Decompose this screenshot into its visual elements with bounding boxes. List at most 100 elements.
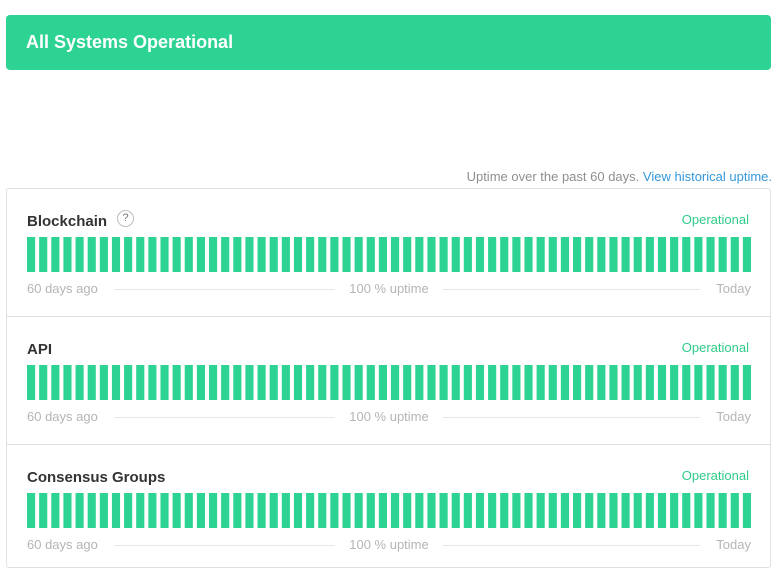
- uptime-day-bar[interactable]: [730, 237, 739, 272]
- help-icon[interactable]: ?: [117, 210, 134, 227]
- uptime-day-bar[interactable]: [27, 365, 36, 400]
- uptime-day-bar[interactable]: [111, 365, 121, 400]
- uptime-day-bar[interactable]: [706, 365, 715, 400]
- uptime-day-bar[interactable]: [730, 493, 739, 528]
- uptime-day-bar[interactable]: [257, 365, 266, 400]
- uptime-day-bar[interactable]: [657, 493, 667, 528]
- uptime-day-bar[interactable]: [245, 493, 254, 528]
- uptime-day-bar[interactable]: [136, 237, 145, 272]
- uptime-day-bar[interactable]: [209, 365, 218, 400]
- uptime-day-bar[interactable]: [621, 493, 630, 528]
- uptime-day-bar[interactable]: [233, 237, 242, 272]
- uptime-day-bar[interactable]: [560, 237, 569, 272]
- uptime-day-bar[interactable]: [196, 365, 205, 400]
- uptime-day-bar[interactable]: [585, 493, 594, 528]
- uptime-day-bar[interactable]: [670, 493, 679, 528]
- uptime-day-bar[interactable]: [99, 493, 108, 528]
- uptime-day-bar[interactable]: [512, 237, 521, 272]
- uptime-day-bar[interactable]: [609, 237, 618, 272]
- uptime-day-bar[interactable]: [87, 365, 96, 400]
- view-historical-uptime-link[interactable]: View historical uptime.: [643, 169, 772, 184]
- uptime-day-bar[interactable]: [742, 237, 751, 272]
- uptime-day-bar[interactable]: [488, 493, 497, 528]
- uptime-day-bar[interactable]: [366, 237, 375, 272]
- uptime-day-bar[interactable]: [330, 237, 339, 272]
- uptime-day-bar[interactable]: [451, 493, 460, 528]
- uptime-day-bar[interactable]: [742, 493, 751, 528]
- uptime-day-bar[interactable]: [500, 237, 509, 272]
- uptime-day-bar[interactable]: [51, 237, 60, 272]
- uptime-day-bar[interactable]: [160, 237, 169, 272]
- uptime-day-bar[interactable]: [221, 237, 230, 272]
- uptime-day-bar[interactable]: [694, 237, 703, 272]
- uptime-day-bar[interactable]: [682, 237, 691, 272]
- uptime-day-bar[interactable]: [318, 493, 327, 528]
- uptime-day-bar[interactable]: [718, 237, 727, 272]
- uptime-day-bar[interactable]: [536, 365, 545, 400]
- uptime-day-bar[interactable]: [451, 237, 460, 272]
- uptime-day-bar[interactable]: [87, 493, 96, 528]
- uptime-day-bar[interactable]: [415, 365, 424, 400]
- uptime-day-bar[interactable]: [378, 237, 387, 272]
- uptime-day-bar[interactable]: [512, 493, 521, 528]
- uptime-day-bar[interactable]: [500, 493, 509, 528]
- uptime-day-bar[interactable]: [354, 365, 363, 400]
- uptime-day-bar[interactable]: [196, 237, 205, 272]
- uptime-day-bar[interactable]: [354, 493, 363, 528]
- uptime-day-bar[interactable]: [233, 365, 242, 400]
- uptime-day-bar[interactable]: [136, 493, 145, 528]
- uptime-day-bar[interactable]: [657, 237, 667, 272]
- uptime-day-bar[interactable]: [633, 365, 642, 400]
- uptime-day-bar[interactable]: [609, 365, 618, 400]
- uptime-day-bar[interactable]: [281, 237, 290, 272]
- uptime-day-bar[interactable]: [670, 365, 679, 400]
- uptime-day-bar[interactable]: [318, 237, 327, 272]
- uptime-day-bar[interactable]: [609, 493, 618, 528]
- uptime-day-bar[interactable]: [221, 493, 230, 528]
- uptime-day-bar[interactable]: [475, 237, 485, 272]
- uptime-day-bar[interactable]: [645, 365, 654, 400]
- uptime-day-bar[interactable]: [427, 493, 436, 528]
- uptime-day-bar[interactable]: [597, 237, 606, 272]
- uptime-day-bar[interactable]: [585, 237, 594, 272]
- uptime-day-bar[interactable]: [378, 493, 387, 528]
- uptime-day-bar[interactable]: [415, 237, 424, 272]
- uptime-day-bar[interactable]: [172, 237, 181, 272]
- uptime-day-bar[interactable]: [633, 237, 642, 272]
- uptime-day-bar[interactable]: [63, 237, 72, 272]
- uptime-day-bar[interactable]: [463, 493, 472, 528]
- uptime-day-bar[interactable]: [391, 237, 400, 272]
- uptime-day-bar[interactable]: [342, 237, 351, 272]
- uptime-day-bar[interactable]: [257, 493, 266, 528]
- uptime-day-bar[interactable]: [209, 237, 218, 272]
- uptime-day-bar[interactable]: [694, 493, 703, 528]
- uptime-day-bar[interactable]: [670, 237, 679, 272]
- uptime-day-bar[interactable]: [524, 365, 533, 400]
- uptime-day-bar[interactable]: [524, 237, 533, 272]
- uptime-day-bar[interactable]: [39, 493, 48, 528]
- uptime-day-bar[interactable]: [63, 365, 72, 400]
- uptime-day-bar[interactable]: [548, 237, 557, 272]
- uptime-day-bar[interactable]: [427, 365, 436, 400]
- uptime-day-bar[interactable]: [306, 493, 315, 528]
- uptime-day-bar[interactable]: [342, 493, 351, 528]
- uptime-day-bar[interactable]: [463, 237, 472, 272]
- uptime-day-bar[interactable]: [99, 237, 108, 272]
- uptime-day-bar[interactable]: [391, 493, 400, 528]
- uptime-day-bar[interactable]: [706, 493, 715, 528]
- uptime-day-bar[interactable]: [621, 237, 630, 272]
- uptime-day-bar[interactable]: [306, 237, 315, 272]
- uptime-day-bar[interactable]: [111, 237, 121, 272]
- uptime-day-bar[interactable]: [415, 493, 424, 528]
- uptime-day-bar[interactable]: [148, 365, 157, 400]
- uptime-day-bar[interactable]: [573, 365, 582, 400]
- uptime-day-bar[interactable]: [184, 493, 193, 528]
- uptime-day-bar[interactable]: [148, 237, 157, 272]
- uptime-day-bar[interactable]: [621, 365, 630, 400]
- uptime-day-bar[interactable]: [548, 365, 557, 400]
- uptime-day-bar[interactable]: [172, 365, 181, 400]
- uptime-day-bar[interactable]: [172, 493, 181, 528]
- uptime-day-bar[interactable]: [403, 237, 412, 272]
- uptime-day-bar[interactable]: [87, 237, 96, 272]
- uptime-day-bar[interactable]: [318, 365, 327, 400]
